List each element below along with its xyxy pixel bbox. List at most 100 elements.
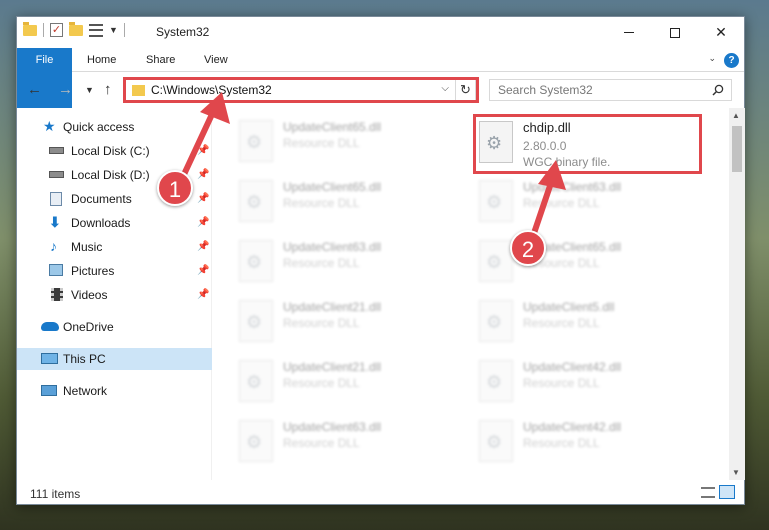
sidebar-item-music[interactable]: ♪ Music 📌: [17, 236, 212, 258]
list-item[interactable]: UpdateClient21.dll Resource DLL: [233, 350, 463, 410]
file-name: UpdateClient21.dll: [283, 300, 382, 314]
help-icon[interactable]: ?: [724, 53, 739, 68]
pin-icon[interactable]: 📌: [197, 265, 209, 276]
list-item[interactable]: UpdateClient63.dll Resource DLL: [233, 410, 463, 470]
details-view-icon[interactable]: [701, 487, 715, 498]
search-icon: [712, 84, 724, 96]
properties-check-icon[interactable]: ✓: [50, 23, 63, 37]
sidebar-item-label: Local Disk (C:): [71, 144, 150, 158]
file-name: UpdateClient65.dll: [283, 120, 382, 134]
minimize-icon: [624, 32, 634, 33]
address-highlight-box: [123, 77, 479, 103]
dll-file-icon: [479, 420, 513, 462]
sidebar-item-label: Pictures: [71, 264, 115, 278]
pictures-icon: [49, 264, 63, 276]
list-item[interactable]: UpdateClient42.dll Resource DLL: [473, 410, 703, 470]
sidebar-item-this-pc[interactable]: This PC: [17, 348, 212, 370]
pin-icon[interactable]: 📌: [197, 169, 209, 180]
dll-file-icon: [479, 300, 513, 342]
file-name: UpdateClient21.dll: [283, 360, 382, 374]
list-item[interactable]: UpdateClient65.dll Resource DLL: [233, 170, 463, 230]
status-bar: 111 items: [17, 480, 744, 505]
back-arrow-icon[interactable]: ←: [27, 81, 42, 98]
sidebar-item-downloads[interactable]: ⬇ Downloads 📌: [17, 212, 212, 234]
computer-icon: [41, 353, 58, 364]
divider: [43, 23, 44, 37]
step-1-badge: 1: [157, 170, 193, 206]
file-type: Resource DLL: [523, 376, 600, 390]
new-folder-icon[interactable]: [69, 21, 83, 36]
recent-locations-icon[interactable]: ▼: [85, 85, 94, 95]
list-item[interactable]: UpdateClient63.dll Resource DLL: [233, 230, 463, 290]
drive-icon: [49, 147, 64, 154]
forward-arrow-icon[interactable]: →: [58, 81, 73, 98]
dll-file-icon: [479, 240, 513, 282]
explorer-window: ✓ ▼ System32 ✕ File Home Share View ⌄ ? …: [16, 16, 745, 505]
file-name: UpdateClient65.dll: [283, 180, 382, 194]
divider: [123, 23, 125, 37]
tiles-view-icon[interactable]: [719, 485, 735, 499]
pin-icon[interactable]: 📌: [197, 145, 209, 156]
sidebar-item-network[interactable]: Network: [17, 380, 212, 402]
sidebar-item-label: Videos: [71, 288, 108, 302]
ribbon: File Home Share View ⌄ ?: [17, 48, 744, 108]
search-placeholder: Search System32: [498, 83, 593, 97]
scroll-up-icon[interactable]: ▲: [732, 111, 740, 120]
folder-icon: [23, 21, 37, 36]
sidebar-item-label: Quick access: [63, 120, 135, 134]
item-count: 111 items: [30, 487, 81, 501]
file-highlight-box: [473, 114, 702, 174]
search-input[interactable]: Search System32: [489, 79, 732, 101]
pin-icon[interactable]: 📌: [197, 241, 209, 252]
up-arrow-icon[interactable]: ↑: [104, 81, 112, 98]
caption-buttons: ✕: [606, 17, 744, 48]
file-name: UpdateClient42.dll: [523, 360, 622, 374]
dll-file-icon: [479, 360, 513, 402]
quick-access-toolbar: ✓ ▼: [23, 21, 125, 37]
chevron-down-icon[interactable]: ▼: [109, 25, 118, 35]
customize-icon[interactable]: [89, 23, 103, 37]
file-name: UpdateClient42.dll: [523, 420, 622, 434]
navigation-pane: ★ Quick access Local Disk (C:) 📌 Local D…: [17, 108, 212, 480]
list-item[interactable]: UpdateClient5.dll Resource DLL: [473, 290, 703, 350]
sidebar-item-onedrive[interactable]: OneDrive: [17, 316, 212, 338]
file-name: UpdateClient63.dll: [283, 240, 382, 254]
file-type: Resource DLL: [283, 256, 360, 270]
file-type: Resource DLL: [523, 436, 600, 450]
dll-file-icon: [239, 240, 273, 282]
tab-home[interactable]: Home: [87, 48, 116, 72]
list-item[interactable]: UpdateClient42.dll Resource DLL: [473, 350, 703, 410]
list-item[interactable]: UpdateClient65.dll Resource DLL: [233, 110, 463, 170]
file-type: Resource DLL: [283, 436, 360, 450]
sidebar-item-label: Documents: [71, 192, 132, 206]
sidebar-item-label: OneDrive: [63, 320, 114, 334]
tab-view[interactable]: View: [204, 48, 228, 72]
documents-icon: [50, 192, 62, 206]
maximize-button[interactable]: [652, 17, 698, 48]
file-name: UpdateClient63.dll: [523, 180, 622, 194]
pin-icon[interactable]: 📌: [197, 289, 209, 300]
file-name: UpdateClient63.dll: [283, 420, 382, 434]
pin-icon[interactable]: 📌: [197, 193, 209, 204]
scroll-down-icon[interactable]: ▼: [732, 468, 740, 477]
network-icon: [41, 385, 57, 396]
pin-icon[interactable]: 📌: [197, 217, 209, 228]
minimize-button[interactable]: [606, 17, 652, 48]
step-2-badge: 2: [510, 230, 546, 266]
sidebar-item-local-disk-c[interactable]: Local Disk (C:) 📌: [17, 140, 212, 162]
vertical-scrollbar[interactable]: ▲ ▼: [729, 108, 745, 480]
sidebar-item-videos[interactable]: Videos 📌: [17, 284, 212, 306]
close-button[interactable]: ✕: [698, 17, 744, 48]
tab-share[interactable]: Share: [146, 48, 175, 72]
sidebar-item-pictures[interactable]: Pictures 📌: [17, 260, 212, 282]
navigation-bar: ← → ▼ ↑ C:\Windows\System32 ⌵ ↻ Search S…: [17, 72, 744, 108]
expand-ribbon-icon[interactable]: ⌄: [708, 53, 716, 64]
videos-icon: [51, 288, 63, 301]
list-item[interactable]: UpdateClient21.dll Resource DLL: [233, 290, 463, 350]
drive-icon: [49, 171, 64, 178]
list-item[interactable]: UpdateClient65.dll Resource DLL: [473, 230, 703, 290]
list-item[interactable]: UpdateClient63.dll Resource DLL: [473, 170, 703, 230]
dll-file-icon: [239, 300, 273, 342]
sidebar-item-quick-access[interactable]: ★ Quick access: [17, 116, 212, 138]
scrollbar-thumb[interactable]: [732, 126, 742, 172]
